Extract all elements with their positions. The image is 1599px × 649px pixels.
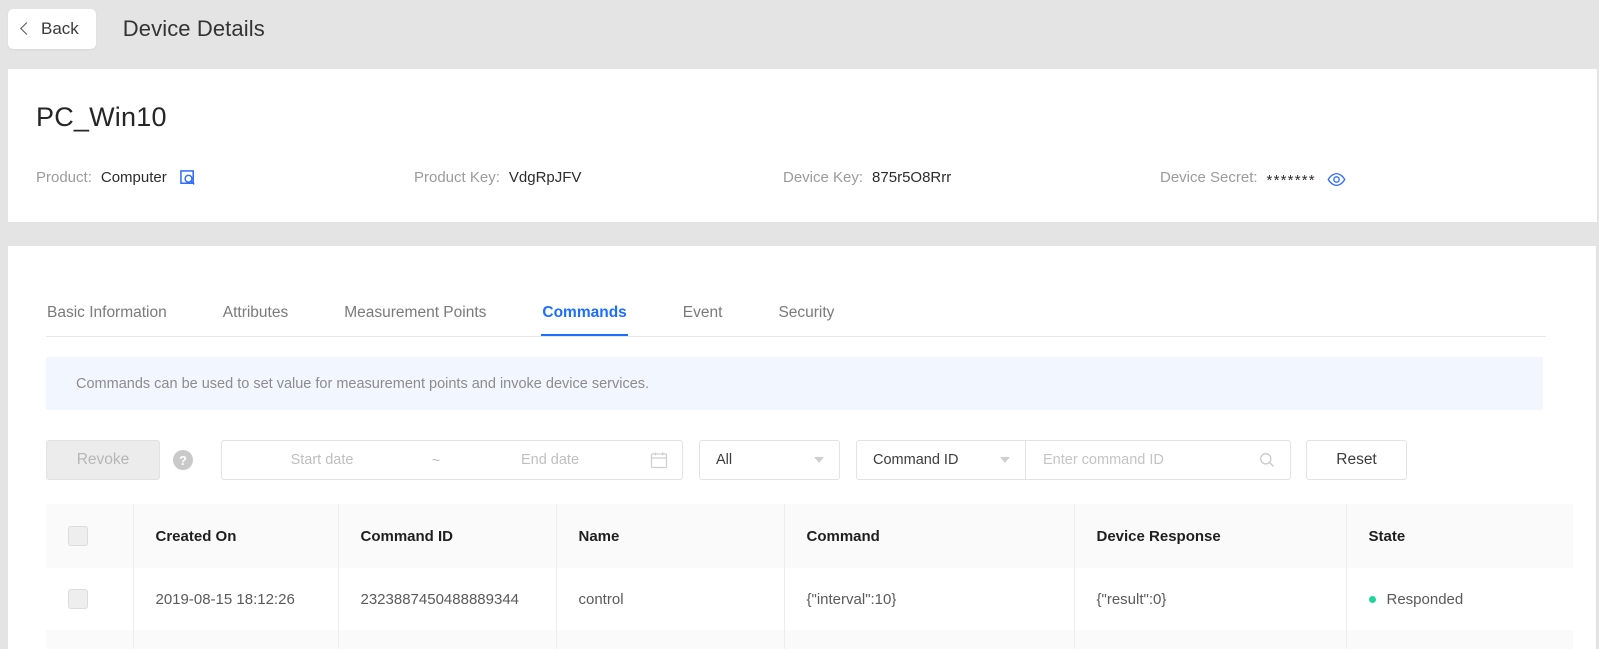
tab-security[interactable]: Security (777, 290, 835, 335)
device-product-key-field: Product Key: VdgRpJFV (414, 162, 581, 192)
device-secret-value: ******* (1266, 171, 1316, 189)
end-date-input[interactable]: End date (450, 452, 650, 468)
revoke-button[interactable]: Revoke (46, 440, 160, 480)
reset-button-label: Reset (1336, 451, 1377, 468)
table-cell-command (784, 630, 1075, 649)
top-bar: Back Device Details (0, 0, 1599, 57)
back-button-label: Back (41, 18, 79, 38)
state-filter-value: All (716, 452, 733, 468)
tab-event[interactable]: Event (682, 290, 724, 335)
status-badge-label: Responded (1386, 590, 1464, 608)
tab-basic-information[interactable]: Basic Information (46, 290, 168, 335)
table-header-created-on: Created On (133, 504, 339, 568)
date-range-picker[interactable]: Start date ~ End date (221, 440, 683, 480)
tab-label: Attributes (222, 303, 289, 321)
table-body: 2019-08-15 18:12:26 2323887450488889344 … (46, 568, 1573, 649)
page-title: Device Details (122, 15, 265, 41)
status-badge: Responded (1368, 568, 1574, 630)
table-cell-select (46, 630, 134, 649)
device-product-key-value: VdgRpJFV (508, 168, 582, 186)
table-cell-device-response (1074, 630, 1347, 649)
table-header-command: Command (784, 504, 1075, 568)
row-checkbox[interactable] (68, 589, 88, 609)
table-cell-command-id: 2323887450488889344 (338, 568, 557, 630)
table-cell-command-id (338, 630, 557, 649)
commands-toolbar: Revoke ? Start date ~ End date All Comma… (46, 440, 1546, 480)
tab-commands[interactable]: Commands (541, 290, 629, 336)
chevron-left-icon (20, 22, 33, 35)
device-secret-label: Device Secret: (1160, 168, 1258, 186)
commands-table: Created On Command ID Name Command Devic… (46, 504, 1573, 649)
start-date-input[interactable]: Start date (222, 452, 422, 468)
device-product-key-label: Product Key: (414, 168, 500, 186)
tab-label: Security (778, 303, 835, 321)
search-input[interactable] (1041, 451, 1259, 469)
chevron-down-icon (814, 457, 824, 463)
table-cell-select (46, 568, 134, 630)
tab-bar: Basic Information Attributes Measurement… (46, 290, 1546, 337)
table-cell-name (556, 630, 785, 649)
date-range-separator: ~ (431, 452, 441, 468)
device-meta-row: Product: Computer Product Key: VdgRpJFV … (36, 162, 1566, 192)
chevron-down-icon (1000, 457, 1010, 463)
commands-panel: Basic Information Attributes Measurement… (8, 246, 1597, 649)
tab-label: Event (682, 303, 723, 321)
table-cell-device-response: {"result":0} (1074, 568, 1347, 630)
select-all-checkbox[interactable] (68, 526, 88, 546)
search-field-value: Command ID (873, 452, 959, 468)
search-input-wrapper (1026, 440, 1291, 480)
table-cell-created-on (133, 630, 339, 649)
inspect-search-icon[interactable] (179, 169, 197, 187)
device-summary-card: PC_Win10 Product: Computer Product Key: … (8, 69, 1597, 222)
device-product-field: Product: Computer (36, 162, 197, 192)
table-cell-command: {"interval":10} (784, 568, 1075, 630)
tab-label: Commands (542, 303, 627, 321)
device-details-page: Back Device Details PC_Win10 Product: Co… (0, 0, 1599, 649)
table-cell-created-on: 2019-08-15 18:12:26 (133, 568, 339, 630)
table-cell-name: control (556, 568, 785, 630)
device-secret-field: Device Secret: ******* (1160, 162, 1346, 192)
table-header: Created On Command ID Name Command Devic… (46, 504, 1573, 568)
device-product-value: Computer (100, 168, 167, 186)
tab-label: Basic Information (47, 303, 167, 321)
status-dot-icon (1368, 595, 1376, 603)
table-row[interactable]: 2019-08-15 18:12:26 2323887450488889344 … (46, 568, 1573, 630)
state-filter-select[interactable]: All (699, 440, 840, 480)
question-mark-icon[interactable]: ? (173, 450, 193, 470)
table-header-command-id: Command ID (338, 504, 557, 568)
search-field-select[interactable]: Command ID (856, 440, 1026, 480)
device-key-field: Device Key: 875r5O8Rrr (783, 162, 951, 192)
back-button[interactable]: Back (8, 8, 96, 49)
device-product-label: Product: (36, 168, 92, 186)
device-name: PC_Win10 (36, 102, 167, 132)
tab-label: Measurement Points (344, 303, 487, 321)
device-key-label: Device Key: (783, 168, 864, 186)
table-header-state: State (1346, 504, 1573, 568)
eye-icon[interactable] (1327, 170, 1346, 189)
commands-table-wrapper: Created On Command ID Name Command Devic… (46, 504, 1573, 649)
calendar-icon (650, 451, 668, 469)
tab-measurement-points[interactable]: Measurement Points (343, 290, 487, 335)
command-search-group: Command ID (856, 440, 1291, 480)
device-key-value: 875r5O8Rrr (872, 168, 952, 186)
table-header-row: Created On Command ID Name Command Devic… (46, 504, 1573, 568)
reset-button[interactable]: Reset (1306, 440, 1407, 480)
table-cell-state: Responded (1346, 568, 1573, 630)
tab-attributes[interactable]: Attributes (222, 290, 289, 335)
info-banner: Commands can be used to set value for me… (46, 357, 1543, 410)
table-row[interactable] (46, 630, 1573, 649)
table-header-select-all (46, 504, 134, 568)
info-banner-text: Commands can be used to set value for me… (76, 375, 650, 392)
table-header-name: Name (556, 504, 785, 568)
table-header-device-response: Device Response (1074, 504, 1347, 568)
search-icon[interactable] (1259, 452, 1275, 468)
table-cell-state (1346, 630, 1573, 649)
revoke-button-label: Revoke (76, 451, 130, 468)
